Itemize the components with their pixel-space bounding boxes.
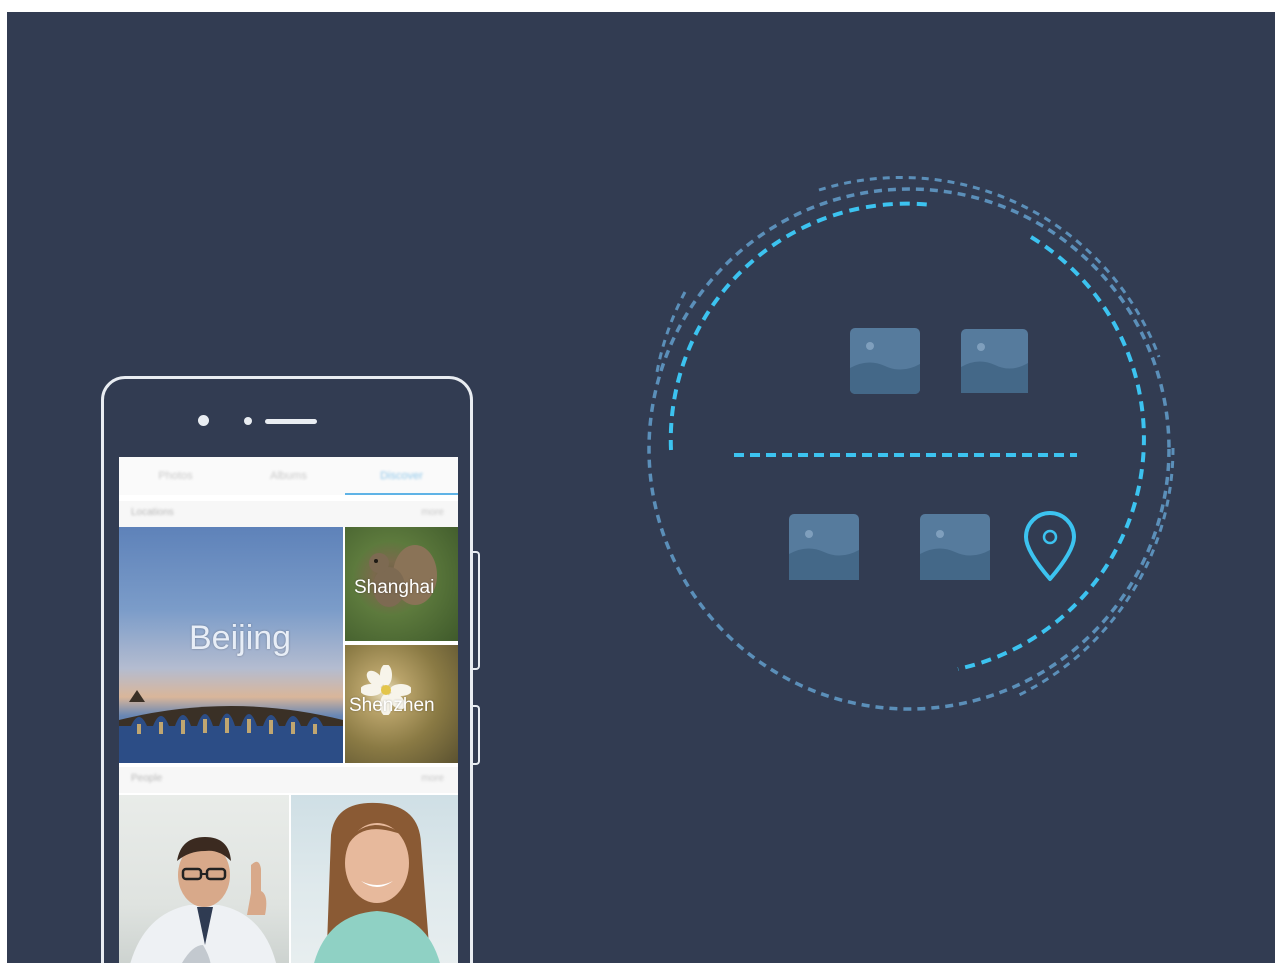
accent-arc-right [957,235,1146,671]
outer-dashed-ring [647,187,1171,711]
image-icon [920,514,990,580]
outer-arc-bottom-right [1016,447,1175,698]
accent-arc-upper-left [668,201,933,451]
outer-arc-left [655,291,687,373]
illustration-canvas: Photos Albums Discover Locations more Be… [7,12,1275,963]
location-pin-icon [1024,511,1076,581]
image-icon [961,329,1028,393]
image-icon [789,514,859,580]
location-classification-diagram [647,175,1175,711]
image-icon [850,328,920,394]
